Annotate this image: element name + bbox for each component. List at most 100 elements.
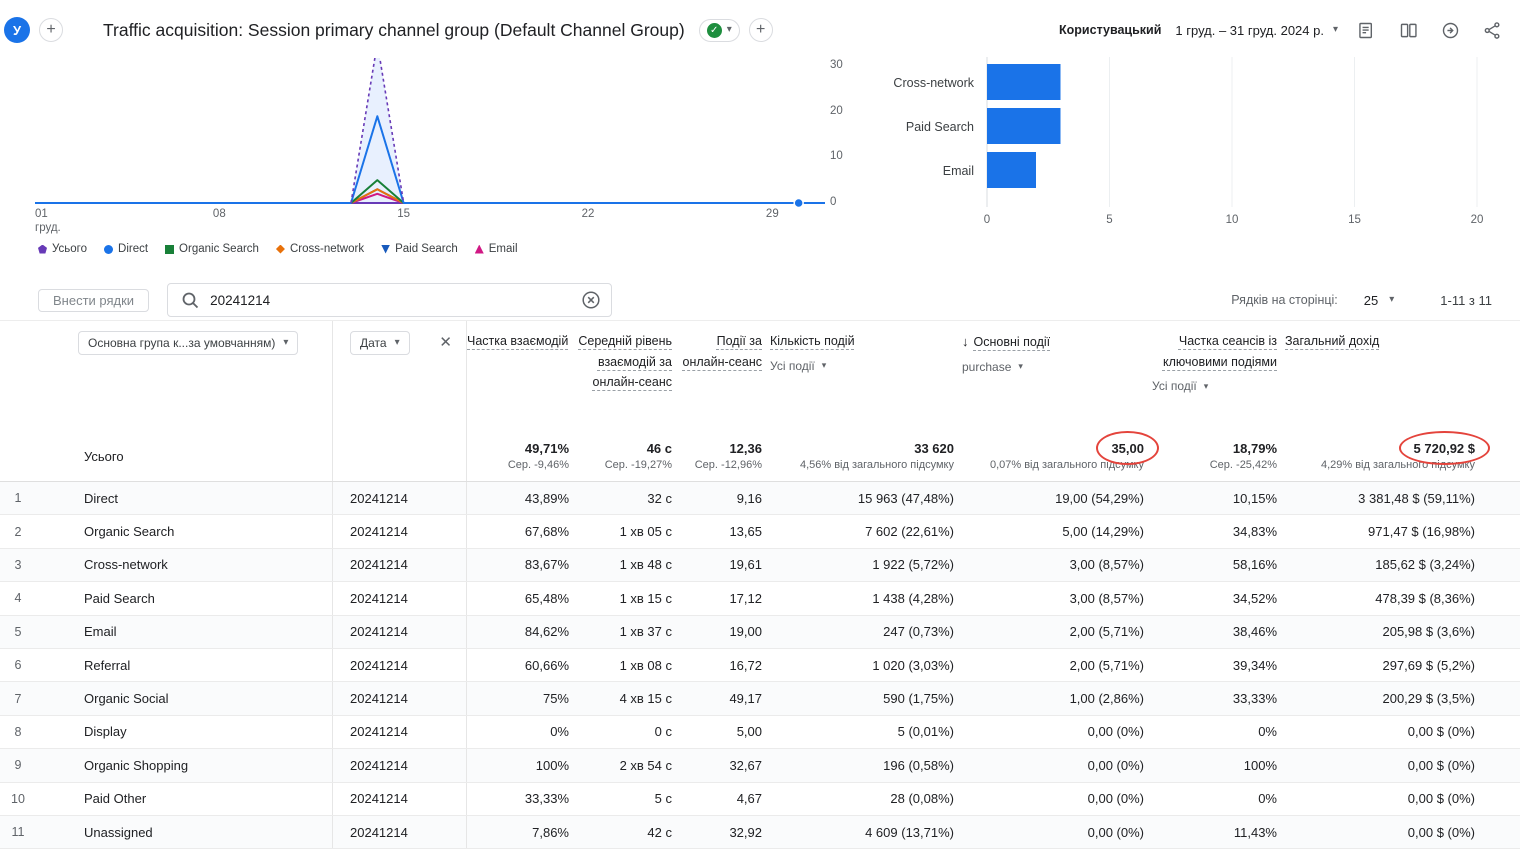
insights-icon[interactable] [1436, 16, 1464, 44]
totals-value: 33 620 [914, 441, 954, 456]
legend-item[interactable]: Paid Search [381, 243, 458, 255]
metric-value-cell: 5 (0,01%) [897, 724, 954, 740]
table-row[interactable]: 6 Referral 20241214 60,66% 1 хв 08 с 16,72 1 0… [0, 648, 1520, 683]
chevron-down-icon: ▾ [726, 24, 732, 35]
totals-subvalue: Сер. -25,42% [1209, 459, 1277, 471]
report-saved-badge[interactable]: ✓ ▾ [698, 18, 740, 42]
legend-label: Email [488, 243, 518, 255]
metric-value-cell: 28 (0,08%) [890, 791, 954, 807]
metric-value-cell: 590 (1,75%) [883, 691, 954, 707]
table-row[interactable]: 8 Display 20241214 0% 0 с 5,00 5 (0,01%) 0,00 (… [0, 715, 1520, 750]
search-input[interactable] [210, 292, 582, 308]
date-cell: 20241214 [333, 582, 467, 615]
metric-value-cell: 0,00 $ (0%) [1407, 724, 1475, 740]
table-row[interactable]: 1 Direct 20241214 43,89% 32 с 9,16 15 963 (47,… [0, 482, 1520, 516]
date-cell: 20241214 [333, 782, 467, 815]
table-row[interactable]: 3 Cross-network 20241214 83,67% 1 хв 48 с 19,… [0, 548, 1520, 583]
search-box[interactable] [167, 283, 613, 317]
metric-value-cell: 13,65 [729, 524, 762, 540]
metric-value-cell: 0,00 $ (0%) [1407, 791, 1475, 807]
x-tick-label: 22 [581, 208, 595, 220]
metric-value-cell: 34,52% [1232, 590, 1277, 606]
totals-cell: 12,36 Сер. -12,96% [680, 431, 770, 481]
channel-name-cell: Paid Other [36, 782, 333, 815]
rows-per-page-value: 25 [1363, 292, 1379, 308]
columns-icon[interactable] [1394, 16, 1422, 44]
metric-value-cell: 19,00 (54,29%) [1055, 490, 1144, 506]
metric-value-cell: 5,00 (14,29%) [1062, 524, 1144, 540]
legend-label: Direct [118, 243, 149, 255]
legend-item[interactable]: Organic Search [165, 243, 259, 255]
table-row[interactable]: 9 Organic Shopping 20241214 100% 2 хв 54 с 32… [0, 749, 1520, 783]
header-primary-dimension-cell: Основна група к...за умовчанням) ▾ [36, 321, 333, 431]
totals-value: 49,71% [524, 441, 569, 456]
metric-value-cell: 1 хв 15 с [619, 590, 672, 606]
column-header-3[interactable]: Події за онлайн-сеанс [680, 321, 770, 431]
metric-value-cell: 0% [1258, 724, 1277, 740]
bar-chart-wrap: 0 5 10 15 20 Cross-network Paid Search Email [860, 55, 1520, 235]
column-filter-dropdown[interactable]: purchase ▾ [962, 360, 1023, 374]
metric-value-cell: 2,00 (5,71%) [1069, 657, 1144, 673]
secondary-dimension-selector[interactable]: Дата ▾ [350, 331, 410, 355]
totals-num-cell [0, 431, 36, 481]
metric-value-cell: 42 с [647, 824, 672, 840]
clear-search-icon[interactable] [581, 290, 601, 310]
chevron-down-icon: ▾ [394, 337, 400, 348]
chevron-down-icon: ▾ [1389, 294, 1395, 305]
share-icon[interactable] [1478, 16, 1506, 44]
circle-marker-icon [104, 244, 114, 254]
table-row[interactable]: 11 Unassigned 20241214 7,86% 42 с 32,92 4 609 … [0, 815, 1520, 850]
column-label: Кількість подій [770, 334, 855, 348]
insert-rows-button[interactable]: Внести рядки [38, 288, 150, 312]
svg-text:15: 15 [1348, 214, 1361, 226]
report-type-label: Користувацький [1059, 23, 1162, 37]
date-range-label: 1 груд. – 31 груд. 2024 р. [1175, 22, 1324, 38]
legend-item[interactable]: Direct [104, 243, 148, 255]
table-row[interactable]: 5 Email 20241214 84,62% 1 хв 37 с 19,00 247 (0… [0, 615, 1520, 649]
x-tick-label: 29 [765, 208, 779, 220]
totals-label: Усього [36, 431, 333, 481]
legend-item[interactable]: Усього [38, 243, 87, 255]
column-header-1[interactable]: Частка взаємодій [467, 321, 577, 431]
table-header-row: Основна група к...за умовчанням) ▾ Дата … [0, 321, 1520, 431]
channel-name-cell: Referral [36, 648, 333, 682]
date-range-selector[interactable]: 1 груд. – 31 груд. 2024 р. ▾ [1175, 23, 1338, 38]
add-comparison-icon[interactable]: + [748, 18, 773, 42]
column-header-6[interactable]: Частка сеансів із ключовими подіями Усі п… [1152, 321, 1285, 431]
metric-value-cell: 33,33% [524, 791, 569, 807]
legend-item[interactable]: Email [474, 243, 518, 255]
table-row[interactable]: 4 Paid Search 20241214 65,48% 1 хв 15 с 17,12… [0, 582, 1520, 616]
add-icon[interactable]: + [39, 18, 63, 42]
column-header-5[interactable]: ↓ Основні події purchase ▾ [962, 321, 1152, 431]
totals-value: 46 с [646, 441, 672, 456]
metric-value-cell: 15 963 (47,48%) [857, 490, 954, 506]
table-row[interactable]: 10 Paid Other 20241214 33,33% 5 с 4,67 28 (0,0… [0, 782, 1520, 816]
primary-dimension-selector[interactable]: Основна група к...за умовчанням) ▾ [78, 331, 299, 355]
rows-per-page-select[interactable]: 25 ▾ [1364, 293, 1395, 308]
column-filter-dropdown[interactable]: Усі події ▾ [770, 359, 826, 373]
metric-value-cell: 200,29 $ (3,5%) [1382, 691, 1475, 707]
table-row[interactable]: 7 Organic Social 20241214 75% 4 хв 15 с 49,17… [0, 682, 1520, 716]
triangle-up-marker-icon [474, 244, 484, 254]
date-cell: 20241214 [333, 682, 467, 715]
metric-value-cell: 100% [535, 757, 569, 773]
column-header-2[interactable]: Середній рівень взаємодій за онлайн-сеан… [577, 321, 680, 431]
user-avatar[interactable]: У [4, 17, 30, 43]
totals-cell: 18,79% Сер. -25,42% [1152, 431, 1285, 481]
column-filter-dropdown[interactable]: Усі події ▾ [1152, 379, 1208, 393]
pagination-controls: Рядків на сторінці: 25 ▾ 1-11 з 11 [1231, 293, 1492, 308]
column-header-7[interactable]: Загальний дохід [1285, 321, 1520, 431]
metric-value-cell: 1 хв 48 с [619, 557, 672, 573]
legend-item[interactable]: Cross-network [275, 243, 364, 255]
column-header-4[interactable]: Кількість подій Усі події ▾ [770, 321, 962, 431]
table-row[interactable]: 2 Organic Search 20241214 67,68% 1 хв 05 с 13… [0, 515, 1520, 549]
notes-icon[interactable] [1352, 16, 1380, 44]
remove-secondary-dimension-icon[interactable]: ✕ [437, 333, 454, 352]
svg-text:5: 5 [1106, 214, 1112, 226]
square-marker-icon [165, 244, 175, 254]
metric-value-cell: 478,39 $ (8,36%) [1375, 590, 1475, 606]
metric-value-cell: 196 (0,58%) [883, 757, 954, 773]
column-label: Події за онлайн-сеанс [682, 334, 762, 369]
metric-value-cell: 1 020 (3,03%) [872, 657, 954, 673]
secondary-dimension-label: Дата [360, 336, 387, 350]
